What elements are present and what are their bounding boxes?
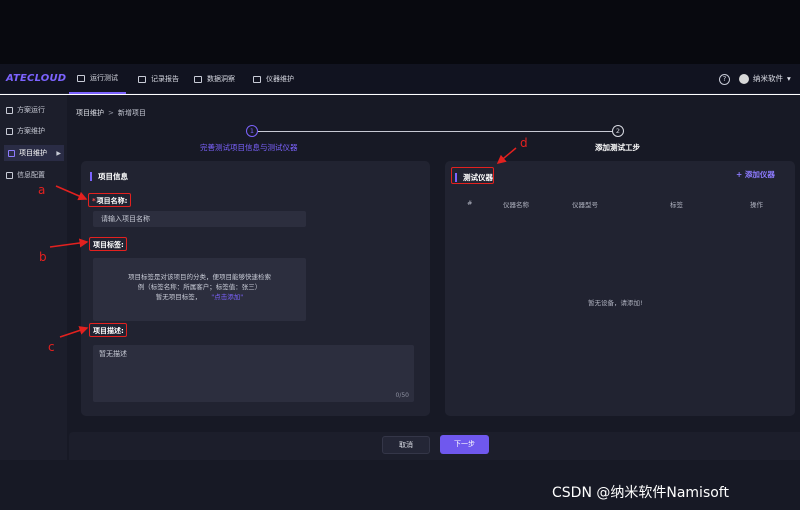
annotation-label-a: a — [38, 183, 46, 197]
add-tag-link[interactable]: "点击添加" — [211, 293, 243, 301]
annotation-label-d: d — [520, 136, 528, 150]
annotation-box-a — [88, 193, 131, 207]
next-step-button[interactable]: 下一步 — [440, 435, 489, 454]
column-header-actions: 操作 — [750, 201, 763, 209]
breadcrumb-root[interactable]: 项目维护 — [76, 108, 104, 118]
top-empty-band — [0, 0, 800, 64]
top-navbar: ATECLOUD 运行测试 记录报告 数据洞察 仪器维护 ? 纳米软件 ▾ — [0, 64, 800, 94]
instrument-icon — [253, 75, 261, 83]
sidebar-item-label: 信息配置 — [17, 171, 45, 179]
nav-tab-instrument-maintenance[interactable]: 仪器维护 — [253, 64, 294, 94]
cancel-button[interactable]: 取消 — [382, 436, 430, 454]
annotation-box-d — [451, 167, 494, 184]
step-2-label: 添加测试工步 — [595, 143, 640, 152]
run-icon — [6, 106, 13, 114]
nav-tab-reports[interactable]: 记录报告 — [138, 64, 179, 94]
app-logo: ATECLOUD — [6, 73, 67, 84]
sidebar-item-plan-maintenance[interactable]: 方案维护 — [6, 123, 45, 139]
user-menu[interactable]: 纳米软件 ▾ — [739, 73, 791, 84]
avatar — [739, 73, 749, 84]
footer-bar — [69, 432, 800, 460]
sidebar-item-project-maintenance[interactable]: 项目维护 ▶ — [4, 145, 64, 161]
nav-tab-label: 记录报告 — [151, 75, 179, 83]
steps-connector — [258, 131, 614, 132]
instruments-panel — [445, 161, 795, 416]
tags-empty-text: 暂无项目标签， — [155, 293, 202, 301]
breadcrumb: 项目维护 > 新增项目 — [76, 108, 146, 118]
column-header-name: 仪器名称 — [503, 201, 529, 209]
breadcrumb-separator: > — [108, 109, 114, 117]
add-instrument-button[interactable]: + 添加仪器 — [736, 169, 775, 180]
annotation-box-b — [89, 237, 127, 251]
instruments-empty-message: 暂无设备，请添加! — [588, 299, 643, 307]
tags-help-line-2: 例（标签名称：所属客户；标签值：张三） — [137, 283, 262, 291]
sidebar-item-label: 方案维护 — [17, 127, 45, 135]
chart-icon — [194, 75, 202, 83]
report-icon — [138, 75, 146, 83]
sidebar-item-plan-run[interactable]: 方案运行 — [6, 102, 45, 118]
step-2-indicator: 2 — [612, 125, 624, 137]
layers-icon — [8, 149, 15, 157]
project-tags-box: 项目标签是对该项目的分类，便项目能够快速检索 例（标签名称：所属客户；标签值：张… — [93, 258, 306, 321]
annotation-box-c — [89, 323, 127, 337]
chevron-right-icon: ▶ — [56, 149, 61, 157]
nav-tab-data-insight[interactable]: 数据洞察 — [194, 64, 235, 94]
nav-tab-label: 数据洞察 — [207, 75, 235, 83]
chevron-down-icon: ▾ — [787, 74, 791, 83]
sidebar-item-label: 方案运行 — [17, 106, 45, 114]
breadcrumb-current: 新增项目 — [117, 109, 146, 117]
column-header-model: 仪器型号 — [572, 201, 598, 209]
column-header-tag: 标签 — [670, 201, 683, 209]
annotation-label-b: b — [39, 250, 47, 264]
nav-tab-run-test[interactable]: 运行测试 — [69, 64, 126, 94]
sidebar-item-info-config[interactable]: 信息配置 — [6, 167, 45, 183]
user-name: 纳米软件 — [753, 74, 783, 83]
project-desc-textarea[interactable]: 暂无描述 0/50 — [93, 345, 414, 402]
nav-tab-label: 运行测试 — [90, 74, 118, 82]
project-name-input[interactable]: 请输入项目名称 — [93, 211, 306, 227]
edit-icon — [6, 127, 13, 135]
help-icon[interactable]: ? — [719, 74, 730, 85]
sidebar-item-label: 项目维护 — [19, 149, 47, 157]
project-info-title: 项目信息 — [90, 172, 128, 181]
watermark: CSDN @纳米软件Namisoft — [552, 485, 729, 501]
tags-help-line-1: 项目标签是对该项目的分类，便项目能够快速检索 — [128, 273, 271, 281]
project-desc-value: 暂无描述 — [99, 350, 127, 358]
char-counter: 0/50 — [395, 392, 409, 399]
step-1-label: 完善测试项目信息与测试仪器 — [200, 143, 298, 152]
sidebar: 方案运行 方案维护 项目维护 ▶ 信息配置 — [0, 95, 67, 460]
column-header-index: # — [467, 199, 473, 207]
step-1-indicator: 1 — [246, 125, 258, 137]
sliders-icon — [6, 171, 13, 179]
monitor-icon — [77, 74, 85, 82]
nav-tab-label: 仪器维护 — [266, 75, 294, 83]
annotation-label-c: c — [48, 340, 55, 354]
